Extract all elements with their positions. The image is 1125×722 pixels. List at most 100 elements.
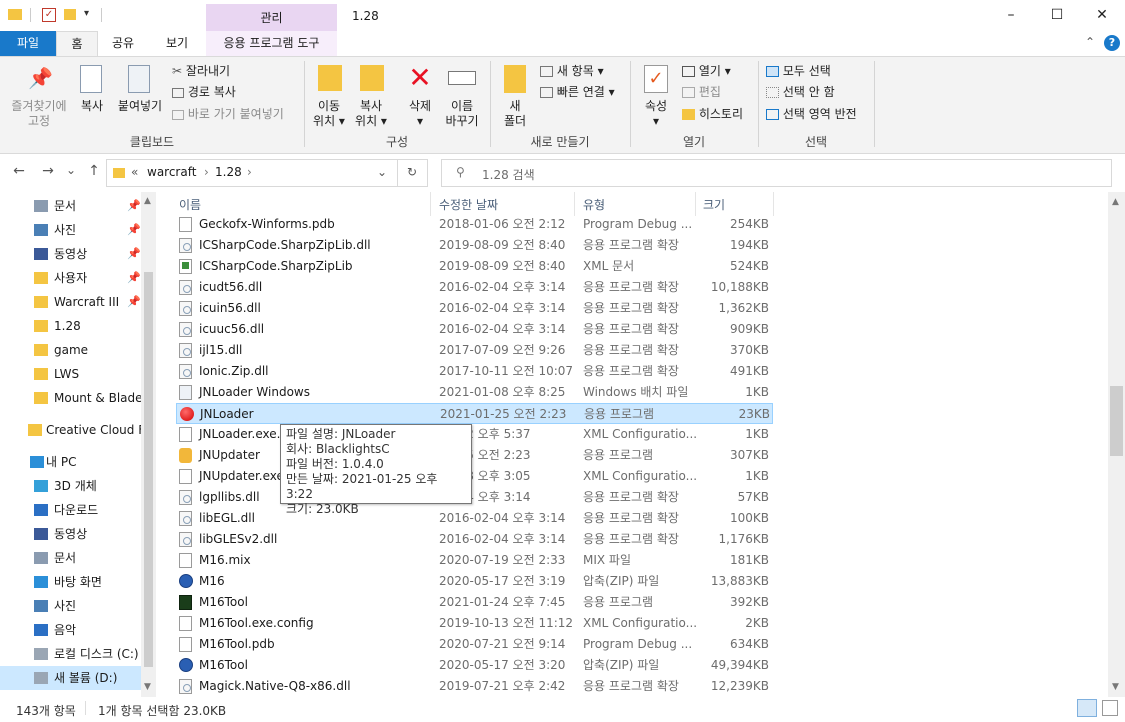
select-none-button[interactable]: 선택 안 함 (766, 84, 835, 100)
properties-quick-icon[interactable]: ✓ (42, 8, 56, 22)
column-header-name[interactable]: 이름 (179, 196, 201, 213)
forward-button[interactable]: → (38, 163, 58, 179)
address-bar[interactable]: « warcraft › 1.28 › ⌄ ↻ (106, 159, 428, 187)
invert-selection-button[interactable]: 선택 영역 반전 (766, 106, 857, 122)
edit-button[interactable]: 편집 (682, 84, 721, 100)
large-icons-view-icon[interactable] (1102, 700, 1118, 716)
maximize-button[interactable]: ☐ (1034, 0, 1080, 31)
nav-item[interactable]: 문서 📌 (0, 194, 142, 218)
column-header-type[interactable]: 유형 (583, 196, 605, 213)
details-view-icon[interactable] (1077, 699, 1097, 717)
open-button[interactable]: 열기 ▾ (682, 63, 731, 79)
pinned-icon[interactable]: 📌 (127, 290, 141, 314)
customize-quick-access-icon[interactable]: ▾ (84, 8, 89, 19)
file-list-scrollbar-thumb[interactable] (1110, 386, 1123, 456)
nav-item[interactable]: 다운로드 (0, 498, 142, 522)
back-button[interactable]: ← (9, 163, 29, 179)
nav-item[interactable]: game (0, 338, 142, 362)
column-header-date[interactable]: 수정한 날짜 (439, 196, 498, 213)
nav-item[interactable]: LWS (0, 362, 142, 386)
nav-item[interactable]: 동영상 (0, 522, 142, 546)
file-row[interactable]: JNLoader Windows 2021-01-08 오후 8:25 Window… (176, 382, 773, 403)
easy-access-button[interactable]: 빠른 연결 ▾ (540, 84, 615, 100)
new-item-button[interactable]: 새 항목 ▾ (540, 63, 604, 79)
copy-path-button[interactable]: 경로 복사 (172, 84, 236, 100)
file-row[interactable]: M16.mix 2020-07-19 오전 2:33 MIX 파일 181KB (176, 550, 773, 571)
search-input[interactable]: 1.28 검색 (482, 166, 535, 183)
nav-scrollbar[interactable]: ▲ ▼ (141, 192, 156, 697)
file-row[interactable]: JNLoader.exe.c 01-02 오후 5:37 XML Configura… (176, 424, 773, 445)
file-row[interactable]: Ionic.Zip.dll 2017-10-11 오전 10:07 응용 프로그램 … (176, 361, 773, 382)
nav-item[interactable]: 1.28 (0, 314, 142, 338)
refresh-icon[interactable]: ↻ (407, 165, 417, 179)
history-button[interactable]: 히스토리 (682, 106, 743, 122)
recent-locations-button[interactable]: ⌄ (61, 163, 81, 177)
help-icon[interactable]: ? (1104, 35, 1120, 51)
file-row[interactable]: JNUpdater 01-25 오전 2:23 응용 프로그램 307KB (176, 445, 773, 466)
nav-item[interactable]: 새 볼륨 (D:) (0, 666, 142, 690)
nav-scrollbar-thumb[interactable] (144, 272, 153, 667)
scroll-down-icon[interactable]: ▼ (144, 682, 151, 692)
nav-item[interactable]: 동영상 📌 (0, 242, 142, 266)
nav-item[interactable]: 음악 (0, 618, 142, 642)
file-row[interactable]: JNLoader 2021-01-25 오전 2:23 응용 프로그램 23KB (176, 403, 773, 424)
paste-shortcut-button[interactable]: 바로 가기 붙여넣기 (172, 106, 284, 122)
file-row[interactable]: ijl15.dll 2017-07-09 오전 9:26 응용 프로그램 확장 370… (176, 340, 773, 361)
file-row[interactable]: Magick.Native-Q8-x86.dll 2019-07-21 오후 2:… (176, 676, 773, 697)
file-row[interactable]: JNUpdater.exe. 01-08 오후 3:05 XML Configura… (176, 466, 773, 487)
column-header-size[interactable]: 크기 (703, 196, 725, 213)
file-row[interactable]: M16Tool.exe.config 2019-10-13 오전 11:12 XML… (176, 613, 773, 634)
close-button[interactable]: ✕ (1079, 0, 1125, 31)
nav-item[interactable]: Mount & Blade (0, 386, 142, 410)
file-row[interactable]: icuin56.dll 2016-02-04 오후 3:14 응용 프로그램 확장 1… (176, 298, 773, 319)
file-row[interactable]: libGLESv2.dll 2016-02-04 오후 3:14 응용 프로그램 확… (176, 529, 773, 550)
nav-item[interactable]: 사용자 📌 (0, 266, 142, 290)
file-row[interactable]: Geckofx-Winforms.pdb 2018-01-06 오전 2:12 Pr… (176, 214, 773, 235)
nav-item[interactable]: 3D 개체 (0, 474, 142, 498)
file-name: M16.mix (199, 553, 251, 567)
scroll-up-icon[interactable]: ▲ (144, 196, 151, 206)
pinned-icon[interactable]: 📌 (127, 266, 141, 290)
file-row[interactable]: ICSharpCode.SharpZipLib.dll 2019-08-09 오전… (176, 235, 773, 256)
pinned-icon[interactable]: 📌 (127, 194, 141, 218)
file-row[interactable]: lgpllibs.dll 02-04 오후 3:14 응용 프로그램 확장 57KB (176, 487, 773, 508)
nav-item[interactable]: 사진 (0, 594, 142, 618)
nav-this-pc[interactable]: 내 PC (0, 450, 142, 474)
file-list-scrollbar[interactable]: ▲ ▼ (1108, 192, 1125, 697)
search-box[interactable]: ⚲ 1.28 검색 (441, 159, 1112, 187)
file-row[interactable]: M16Tool 2021-01-24 오후 7:45 응용 프로그램 392KB (176, 592, 773, 613)
up-button[interactable]: ↑ (84, 163, 104, 179)
file-row[interactable]: M16 2020-05-17 오전 3:19 압축(ZIP) 파일 13,883KB (176, 571, 773, 592)
nav-item[interactable]: 사진 📌 (0, 218, 142, 242)
nav-item[interactable]: 로컬 디스크 (C:) (0, 642, 142, 666)
breadcrumb-current[interactable]: 1.28 (215, 165, 242, 179)
tab-view[interactable]: 보기 (156, 31, 198, 56)
pinned-icon[interactable]: 📌 (127, 242, 141, 266)
file-row[interactable]: M16Tool 2020-05-17 오전 3:20 압축(ZIP) 파일 49,39… (176, 655, 773, 676)
breadcrumb-warcraft[interactable]: warcraft (147, 165, 196, 179)
collapse-ribbon-icon[interactable]: ⌃ (1085, 35, 1095, 49)
scroll-down-icon[interactable]: ▼ (1112, 682, 1119, 692)
select-all-button[interactable]: 모두 선택 (766, 63, 831, 79)
nav-item[interactable]: 문서 (0, 546, 142, 570)
tab-file[interactable]: 파일 (0, 31, 56, 56)
nav-creative-cloud[interactable]: Creative Cloud Fil (0, 418, 142, 442)
batch-file-icon (179, 385, 192, 400)
new-folder-quick-icon[interactable] (64, 9, 76, 20)
file-row[interactable]: icudt56.dll 2016-02-04 오후 3:14 응용 프로그램 확장 1… (176, 277, 773, 298)
pinned-icon[interactable]: 📌 (127, 218, 141, 242)
file-row[interactable]: libEGL.dll 2016-02-04 오후 3:14 응용 프로그램 확장 10… (176, 508, 773, 529)
file-row[interactable]: ICSharpCode.SharpZipLib 2019-08-09 오전 8:4… (176, 256, 773, 277)
file-row[interactable]: M16Tool.pdb 2020-07-21 오전 9:14 Program Deb… (176, 634, 773, 655)
scroll-up-icon[interactable]: ▲ (1112, 197, 1119, 207)
minimize-button[interactable]: – (988, 0, 1034, 31)
address-dropdown-icon[interactable]: ⌄ (377, 165, 387, 179)
tab-share[interactable]: 공유 (104, 31, 142, 56)
file-row[interactable]: icuuc56.dll 2016-02-04 오후 3:14 응용 프로그램 확장 9… (176, 319, 773, 340)
nav-item[interactable]: Warcraft III 📌 (0, 290, 142, 314)
breadcrumb-overflow[interactable]: « (131, 165, 138, 179)
tab-app-tools[interactable]: 응용 프로그램 도구 (206, 31, 337, 56)
tab-home[interactable]: 홈 (56, 31, 98, 56)
cut-button[interactable]: ✂ 잘라내기 (172, 63, 230, 79)
nav-item[interactable]: 바탕 화면 (0, 570, 142, 594)
